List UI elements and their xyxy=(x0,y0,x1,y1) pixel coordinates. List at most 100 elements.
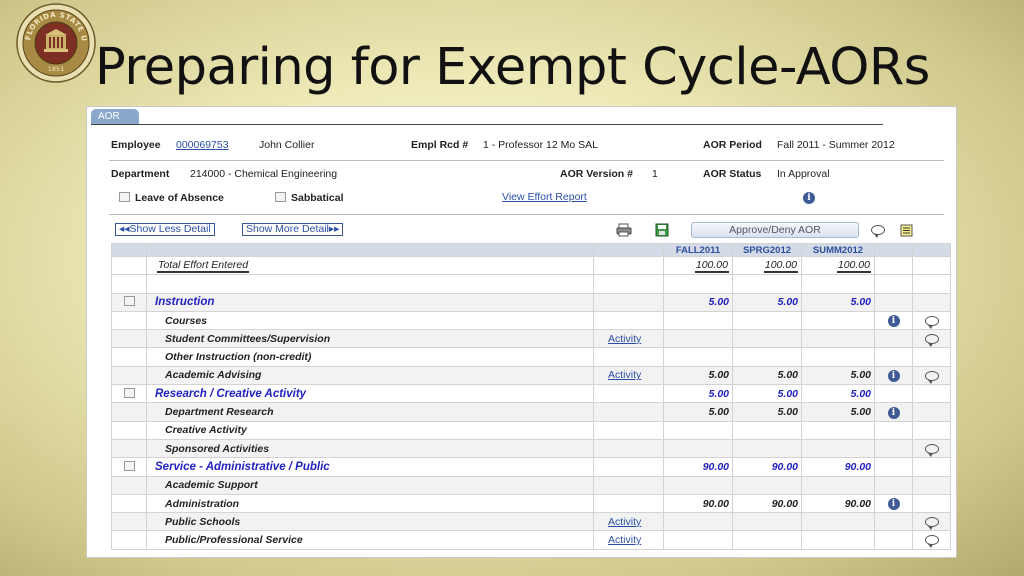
effort-value: 90.00 xyxy=(732,493,802,514)
show-more-label: Show More Detail xyxy=(246,223,329,235)
category-label: Creative Activity xyxy=(146,420,594,440)
column-header: SUMM2012 xyxy=(801,243,875,257)
activity-link[interactable]: Activity xyxy=(608,534,641,546)
save-icon[interactable] xyxy=(655,223,669,237)
effort-value: 5.00 xyxy=(732,292,802,312)
total-effort-value: 100.00 xyxy=(836,258,871,273)
effort-value: 5.00 xyxy=(732,384,802,404)
category-label: Public/Professional Service xyxy=(146,530,594,550)
category-label: Public Schools xyxy=(146,512,594,532)
notes-icon[interactable] xyxy=(900,224,913,237)
comment-button[interactable] xyxy=(871,224,885,239)
effort-value xyxy=(801,438,875,459)
tab-aor[interactable]: AOR xyxy=(91,109,139,124)
info-icon: i xyxy=(803,192,815,204)
section-checkbox[interactable] xyxy=(123,387,135,398)
aor-period-value: Fall 2011 - Summer 2012 xyxy=(777,139,895,151)
effort-value xyxy=(663,438,733,459)
grid-header-blank xyxy=(593,243,664,257)
grid-header-blank xyxy=(111,243,147,257)
column-header: SPRG2012 xyxy=(732,243,802,257)
approve-deny-aor-button[interactable]: Approve/Deny AOR xyxy=(691,222,859,238)
effort-value: 90.00 xyxy=(801,457,875,477)
category-label: Academic Advising xyxy=(146,365,594,386)
comment-bubble-icon[interactable] xyxy=(924,443,939,457)
category-label: Courses xyxy=(146,310,594,331)
leave-of-absence-label: Leave of Absence xyxy=(135,192,224,204)
table-row: Creative Activity xyxy=(111,420,951,440)
aor-status-value: In Approval xyxy=(777,168,830,180)
section-label: Research / Creative Activity xyxy=(146,384,594,404)
total-effort-value: 100.00 xyxy=(763,258,798,273)
aor-panel: AOR Employee 000069753 John Collier Empl… xyxy=(86,106,957,558)
effort-value: 5.00 xyxy=(663,365,733,386)
grid-header-row: FALL2011 SPRG2012 SUMM2012 xyxy=(111,243,951,257)
university-seal-logo: FLORIDA STATE UNIVERSITY 1851 xyxy=(16,3,96,83)
table-row: Academic Support xyxy=(111,475,951,495)
total-effort-value: 100.00 xyxy=(694,258,729,273)
effort-value xyxy=(663,420,733,440)
view-effort-report-link[interactable]: View Effort Report xyxy=(502,191,587,203)
effort-value xyxy=(801,512,875,532)
activity-link[interactable]: Activity xyxy=(608,369,641,381)
employee-label: Employee xyxy=(111,139,161,151)
info-icon[interactable]: i xyxy=(887,498,900,510)
effort-value xyxy=(663,310,733,331)
fast-forward-icon: ▸▸ xyxy=(328,223,340,235)
section-checkbox[interactable] xyxy=(123,460,135,471)
department-label: Department xyxy=(111,168,170,180)
effort-value xyxy=(663,530,733,550)
employee-name: John Collier xyxy=(259,139,315,151)
column-header: FALL2011 xyxy=(663,243,733,257)
comment-bubble-icon xyxy=(871,225,885,239)
effort-value xyxy=(732,310,802,331)
show-less-label: Show Less Detail xyxy=(129,223,211,235)
activity-link[interactable]: Activity xyxy=(608,516,641,528)
print-icon[interactable] xyxy=(616,223,632,237)
table-row: Other Instruction (non-credit) xyxy=(111,347,951,367)
effort-value: 5.00 xyxy=(732,402,802,422)
show-more-detail-button[interactable]: Show More Detail▸▸ xyxy=(242,223,344,236)
aor-version-label: AOR Version # xyxy=(560,168,633,180)
sabbatical-checkbox[interactable]: Sabbatical xyxy=(275,192,344,204)
sabbatical-label: Sabbatical xyxy=(291,192,344,204)
table-row: Public Schools Activity xyxy=(111,512,951,532)
comment-bubble-icon[interactable] xyxy=(924,517,939,530)
show-less-detail-button[interactable]: ◂◂Show Less Detail xyxy=(115,223,215,236)
effort-value: 90.00 xyxy=(663,457,733,477)
effort-value xyxy=(663,512,733,532)
category-label: Department Research xyxy=(146,402,594,422)
table-row: Academic Advising Activity 5.00 5.00 5.00 i xyxy=(111,365,951,386)
effort-value xyxy=(801,530,875,550)
rewind-icon: ◂◂ xyxy=(119,223,130,235)
comment-bubble-icon[interactable] xyxy=(924,370,939,384)
effort-value xyxy=(663,475,733,495)
category-label: Academic Support xyxy=(146,475,594,495)
effort-value: 5.00 xyxy=(663,402,733,422)
effort-value: 5.00 xyxy=(801,384,875,404)
info-icon[interactable]: i xyxy=(887,406,900,419)
section-row: Research / Creative Activity 5.00 5.00 5.00 xyxy=(111,384,951,404)
checkbox-icon xyxy=(275,192,286,202)
info-button[interactable]: i xyxy=(803,191,815,204)
effort-value xyxy=(801,347,875,367)
seal-year: 1851 xyxy=(48,65,65,73)
info-icon[interactable]: i xyxy=(887,315,900,328)
info-icon[interactable]: i xyxy=(887,369,900,382)
effort-value xyxy=(732,438,802,459)
grid-header-blank xyxy=(912,243,951,257)
activity-link[interactable]: Activity xyxy=(608,333,641,345)
table-row: Department Research 5.00 5.00 5.00 i xyxy=(111,402,951,422)
section-checkbox[interactable] xyxy=(123,296,135,307)
comment-bubble-icon[interactable] xyxy=(924,315,939,329)
header-divider xyxy=(109,160,944,161)
effort-value: 90.00 xyxy=(732,457,802,477)
grid-header-blank xyxy=(146,243,594,257)
effort-value: 5.00 xyxy=(663,292,733,312)
employee-id-link[interactable]: 000069753 xyxy=(176,139,229,151)
comment-bubble-icon[interactable] xyxy=(924,535,939,549)
table-row: Student Committees/Supervision Activity xyxy=(111,329,951,349)
leave-of-absence-checkbox[interactable]: Leave of Absence xyxy=(119,192,224,204)
comment-bubble-icon[interactable] xyxy=(924,334,939,347)
slide-title: Preparing for Exempt Cycle-AORs xyxy=(95,38,930,97)
